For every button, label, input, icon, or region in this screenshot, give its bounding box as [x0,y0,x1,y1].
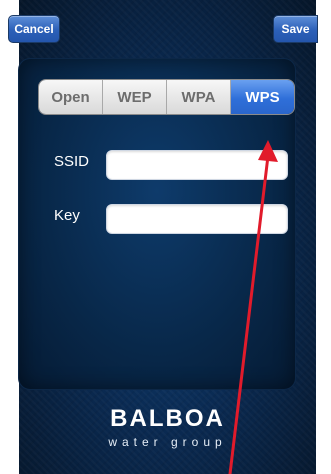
ssid-label: SSID [54,153,90,170]
key-label: Key [54,207,80,224]
segment-wps[interactable]: WPS [231,80,294,114]
segment-wpa[interactable]: WPA [167,80,231,114]
balboa-logo: BALBOA water group [19,405,316,449]
security-mode-segmented-control: Open WEP WPA WPS [38,79,295,115]
cancel-button[interactable]: Cancel [8,15,60,43]
brand-tagline: water group [108,435,227,449]
key-input[interactable] [106,204,288,234]
segment-open[interactable]: Open [39,80,103,114]
save-button[interactable]: Save [273,15,318,43]
ssid-input[interactable] [106,150,288,180]
brand-name: BALBOA [110,405,225,432]
segment-wep[interactable]: WEP [103,80,167,114]
